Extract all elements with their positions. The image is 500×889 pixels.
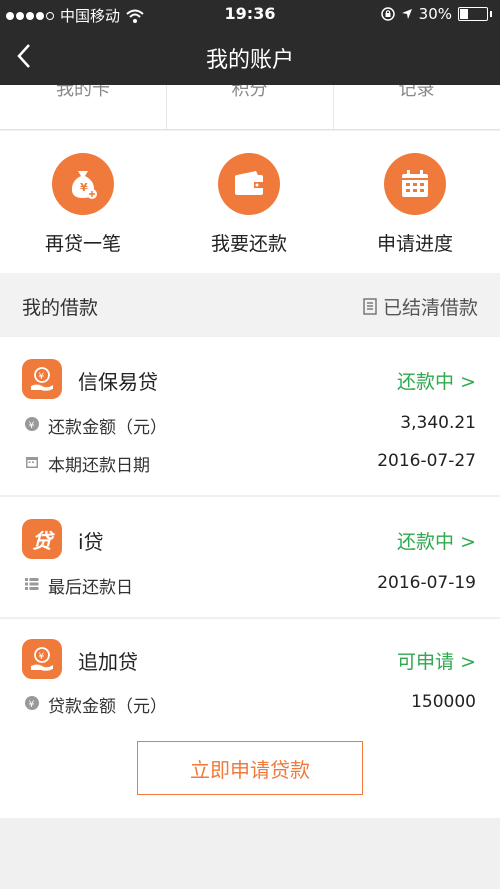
document-icon xyxy=(363,298,377,315)
row-label: 本期还款日期 xyxy=(48,456,150,476)
quick-actions: ¥ 再贷一笔 我要还款 申请进度 xyxy=(0,131,500,273)
svg-text:¥: ¥ xyxy=(29,700,35,710)
peek-tab-1[interactable]: 我的卡 xyxy=(0,85,166,129)
page-title: 我的账户 xyxy=(205,48,294,73)
action-repay[interactable]: 我要还款 xyxy=(166,153,332,256)
row-label: 最后还款日 xyxy=(48,578,133,598)
peek-tab-2[interactable]: 积分 xyxy=(166,85,332,129)
action-label: 申请进度 xyxy=(376,233,453,255)
location-icon xyxy=(401,9,412,19)
peek-tab-3[interactable]: 记录 xyxy=(333,85,499,129)
loan-card-idai[interactable]: 贷 i贷 还款中 > 最后还款日 2016-07-19 xyxy=(0,497,500,617)
status-right: 30% xyxy=(380,5,492,23)
settled-loans-link[interactable]: 已结清借款 xyxy=(363,293,478,320)
svg-text:¥: ¥ xyxy=(39,372,45,382)
yen-icon: ¥ xyxy=(25,696,39,710)
page-background xyxy=(0,818,500,889)
loan-name: 信保易贷 xyxy=(78,370,158,394)
action-borrow-again[interactable]: ¥ 再贷一笔 xyxy=(0,153,166,256)
section-title: 我的借款 xyxy=(22,297,99,319)
loan-logo-icon: 贷 xyxy=(22,519,62,559)
svg-text:¥: ¥ xyxy=(29,421,35,431)
nav-bar: 我的账户 xyxy=(0,28,500,85)
svg-text:¥: ¥ xyxy=(80,181,88,194)
battery-icon xyxy=(458,7,488,21)
row-value: 3,340.21 xyxy=(400,413,476,433)
yen-icon: ¥ xyxy=(25,417,39,431)
calendar-icon xyxy=(384,153,446,215)
loan-name: i贷 xyxy=(78,530,104,554)
svg-text:¥: ¥ xyxy=(39,652,45,662)
action-label: 再贷一笔 xyxy=(44,233,121,255)
loan-name: 追加贷 xyxy=(78,650,138,674)
section-header: 我的借款 已结清借款 xyxy=(0,273,500,336)
status-bar: 中国移动 19:36 30% xyxy=(0,0,500,28)
row-value: 2016-07-19 xyxy=(377,573,476,593)
battery-percent: 30% xyxy=(418,5,452,23)
row-label: 还款金额（元） xyxy=(48,418,167,438)
settled-label: 已结清借款 xyxy=(382,297,478,319)
calendar-small-icon xyxy=(25,455,39,469)
wallet-icon xyxy=(218,153,280,215)
hand-coin-icon: ¥ xyxy=(22,639,62,679)
apply-loan-button[interactable]: 立即申请贷款 xyxy=(137,741,363,795)
action-label: 我要还款 xyxy=(210,233,287,255)
list-icon xyxy=(25,577,39,591)
loan-status[interactable]: 可申请 > xyxy=(397,647,476,674)
rotation-lock-icon xyxy=(380,7,395,21)
loan-status[interactable]: 还款中 > xyxy=(397,367,476,394)
hand-coin-icon: ¥ xyxy=(22,359,62,399)
money-bag-icon: ¥ xyxy=(52,153,114,215)
row-label: 贷款金额（元） xyxy=(48,697,167,717)
row-value: 2016-07-27 xyxy=(377,451,476,471)
loan-status[interactable]: 还款中 > xyxy=(397,527,476,554)
row-value: 150000 xyxy=(411,692,476,712)
loan-card-xinbao[interactable]: ¥ 信保易贷 还款中 > ¥ 还款金额（元） 3,340.21 本期还款日期 2… xyxy=(0,337,500,495)
battery-tip xyxy=(490,11,492,17)
action-progress[interactable]: 申请进度 xyxy=(332,153,498,256)
scrolled-tabs: 我的卡 积分 记录 xyxy=(0,85,500,130)
